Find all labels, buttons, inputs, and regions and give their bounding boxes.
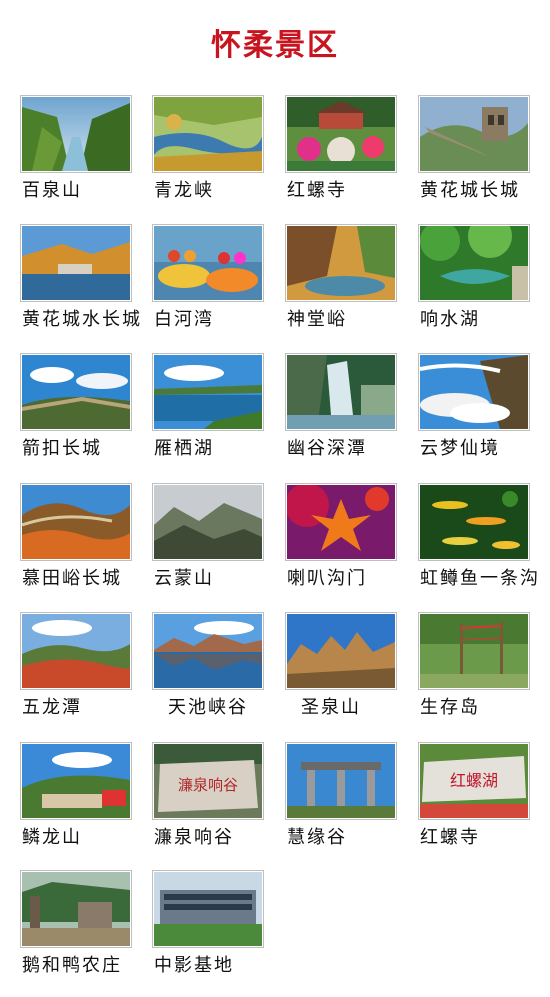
scenic-spot-name[interactable]: 红螺寺	[287, 180, 347, 202]
scenic-spot-name[interactable]: 濂泉响谷	[154, 827, 234, 849]
scenic-spot-photo[interactable]	[152, 483, 264, 561]
scenic-spot-card[interactable]: 云梦仙境	[418, 353, 530, 463]
scenic-spot-card[interactable]: 五龙潭	[20, 612, 132, 722]
scenic-spot-name[interactable]: 雁栖湖	[154, 438, 214, 460]
scenic-spot-card[interactable]: 中影基地	[152, 870, 264, 980]
scenic-spot-photo[interactable]	[285, 742, 397, 820]
scenic-spot-name[interactable]: 云蒙山	[154, 568, 214, 590]
scenic-spot-card[interactable]: 黄花城长城	[418, 95, 530, 205]
scenic-spot-photo[interactable]	[152, 353, 264, 431]
scenic-spot-photo[interactable]: 红螺湖	[418, 742, 530, 820]
scenic-spot-photo[interactable]: 濂泉响谷	[152, 742, 264, 820]
scenic-spot-photo[interactable]	[20, 353, 132, 431]
scenic-spot-photo[interactable]	[418, 612, 530, 690]
scenic-spot-photo[interactable]	[418, 95, 530, 173]
page-title: 怀柔景区	[211, 28, 339, 63]
scenic-spot-photo[interactable]	[418, 353, 530, 431]
scenic-spot-card[interactable]: 雁栖湖	[152, 353, 264, 463]
scenic-spot-name[interactable]: 红螺寺	[420, 827, 480, 849]
scenic-spot-photo[interactable]	[20, 742, 132, 820]
scenic-spot-name[interactable]: 中影基地	[154, 955, 234, 977]
scenic-spot-card[interactable]: 慕田峪长城	[20, 483, 132, 593]
scenic-spot-photo[interactable]	[20, 224, 132, 302]
scenic-spot-card[interactable]: 慧缘谷	[285, 742, 397, 852]
scenic-spot-name[interactable]: 黄花城长城	[420, 180, 520, 202]
scenic-spot-card[interactable]: 红螺寺	[285, 95, 397, 205]
scenic-spot-name[interactable]: 响水湖	[420, 309, 480, 331]
scenic-spot-card[interactable]: 幽谷深潭	[285, 353, 397, 463]
scenic-spot-card[interactable]: 白河湾	[152, 224, 264, 334]
scenic-spot-name[interactable]: 圣泉山	[301, 697, 361, 719]
scenic-spot-card[interactable]: 红螺湖 红螺寺	[418, 742, 530, 852]
scenic-spot-name[interactable]: 慧缘谷	[287, 827, 347, 849]
scenic-spot-card[interactable]: 神堂峪	[285, 224, 397, 334]
scenic-spot-name[interactable]: 虹鳟鱼一条沟	[420, 568, 540, 590]
scenic-spot-photo[interactable]	[152, 224, 264, 302]
scenic-spot-name[interactable]: 鹅和鸭农庄	[22, 955, 122, 977]
scenic-spot-name[interactable]: 神堂峪	[287, 309, 347, 331]
scenic-spot-name[interactable]: 百泉山	[22, 180, 82, 202]
scenic-spot-name[interactable]: 五龙潭	[22, 697, 82, 719]
scenic-spot-name[interactable]: 青龙峡	[154, 180, 214, 202]
scenic-spot-photo[interactable]	[20, 870, 132, 948]
scenic-spot-photo[interactable]	[152, 95, 264, 173]
scenic-spot-name[interactable]: 箭扣长城	[22, 438, 102, 460]
scenic-spot-card[interactable]: 濂泉响谷 濂泉响谷	[152, 742, 264, 852]
scenic-spot-card[interactable]: 天池峡谷	[152, 612, 264, 722]
scenic-spot-photo[interactable]	[20, 483, 132, 561]
scenic-spot-name[interactable]: 云梦仙境	[420, 438, 500, 460]
scenic-spot-photo[interactable]	[20, 612, 132, 690]
scenic-spot-card[interactable]: 生存岛	[418, 612, 530, 722]
scenic-spot-card[interactable]: 青龙峡	[152, 95, 264, 205]
scenic-spot-card[interactable]: 黄花城水长城	[20, 224, 140, 334]
scenic-spot-card[interactable]: 百泉山	[20, 95, 132, 205]
scenic-spot-card[interactable]: 虹鳟鱼一条沟	[418, 483, 538, 593]
scenic-spot-card[interactable]: 圣泉山	[285, 612, 397, 722]
scenic-spot-name[interactable]: 天池峡谷	[168, 697, 248, 719]
scenic-spot-photo[interactable]	[285, 95, 397, 173]
scenic-spot-photo[interactable]	[152, 870, 264, 948]
scenic-spot-photo[interactable]	[152, 612, 264, 690]
scenic-spot-card[interactable]: 鹅和鸭农庄	[20, 870, 132, 980]
scenic-spot-name[interactable]: 鳞龙山	[22, 827, 82, 849]
scenic-spot-name[interactable]: 白河湾	[154, 309, 214, 331]
scenic-spot-photo[interactable]	[418, 224, 530, 302]
scenic-spot-photo[interactable]	[285, 353, 397, 431]
scenic-spot-name[interactable]: 黄花城水长城	[22, 309, 142, 331]
scenic-spot-name[interactable]: 慕田峪长城	[22, 568, 122, 590]
scenic-spot-name[interactable]: 生存岛	[420, 697, 480, 719]
scenic-spot-name[interactable]: 喇叭沟门	[287, 568, 367, 590]
scenic-spot-card[interactable]: 箭扣长城	[20, 353, 132, 463]
scenic-spot-photo[interactable]	[418, 483, 530, 561]
scenic-spot-name[interactable]: 幽谷深潭	[287, 438, 367, 460]
svg-text:红螺湖: 红螺湖	[450, 771, 498, 790]
scenic-spot-card[interactable]: 云蒙山	[152, 483, 264, 593]
scenic-spot-photo[interactable]	[285, 612, 397, 690]
scenic-spot-photo[interactable]	[20, 95, 132, 173]
svg-text:濂泉响谷: 濂泉响谷	[178, 776, 238, 794]
scenic-spot-card[interactable]: 喇叭沟门	[285, 483, 397, 593]
scenic-spot-card[interactable]: 鳞龙山	[20, 742, 132, 852]
scenic-spot-card[interactable]: 响水湖	[418, 224, 530, 334]
scenic-spot-photo[interactable]	[285, 483, 397, 561]
scenic-spot-photo[interactable]	[285, 224, 397, 302]
